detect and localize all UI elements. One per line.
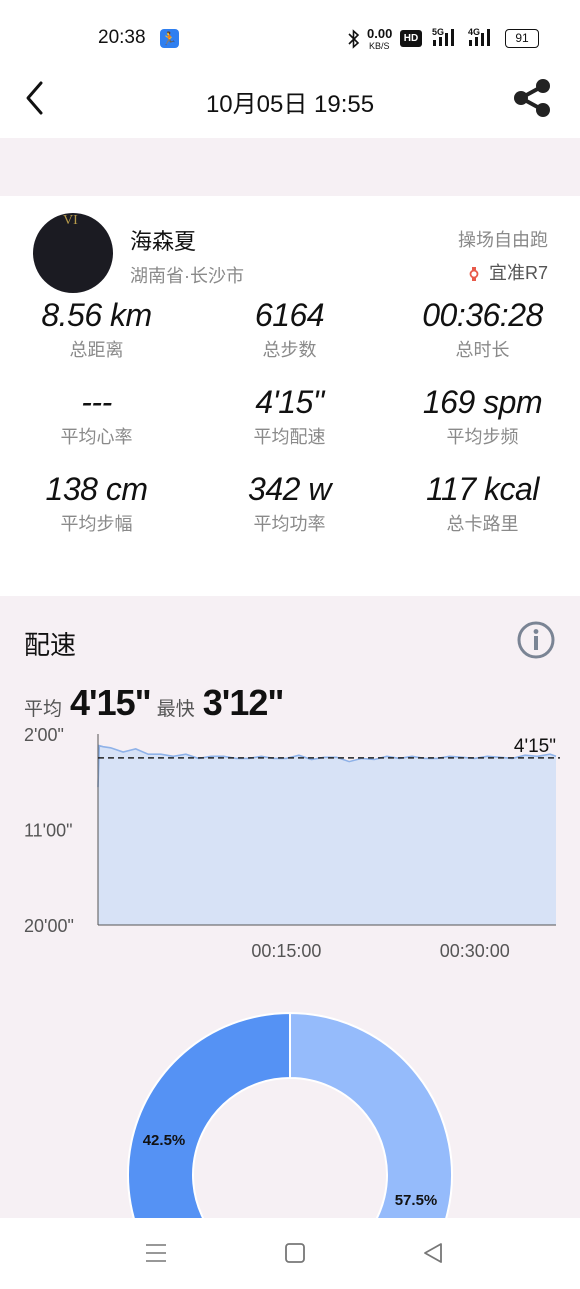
stat-label: 平均步幅 — [60, 514, 133, 534]
stat-power: 342 w 平均功率 — [193, 471, 386, 536]
stat-duration: 00:36:28 总时长 — [386, 297, 579, 362]
network-speed: 0.00 — [367, 26, 393, 41]
pace-zone-donut: 42.5% 57.5% — [127, 1011, 453, 1218]
donut-label: 57.5% — [395, 1192, 438, 1209]
stat-value: 6164 — [254, 297, 325, 333]
run-type: 操场自由跑 — [458, 230, 548, 250]
avg-pace-label: 平均 — [24, 699, 63, 720]
page-title: 10月05日 19:55 — [205, 91, 375, 118]
pace-section-title: 配速 — [24, 630, 77, 660]
fastest-pace-label: 最快 — [156, 699, 195, 720]
stat-value: 117 kcal — [426, 471, 539, 507]
signal-5g-icon — [433, 29, 454, 46]
avg-pace-reference-label: 4'15" — [514, 736, 556, 757]
pace-area — [98, 745, 556, 925]
stat-value: 4'15" — [255, 384, 324, 420]
running-app-icon: 🏃 — [160, 29, 179, 48]
stat-label: 平均步频 — [446, 427, 519, 447]
stat-label: 平均配速 — [253, 427, 326, 447]
stat-heart-rate: --- 平均心率 — [0, 384, 193, 449]
stat-value: 342 w — [248, 471, 331, 507]
device-info: 宜准R7 — [469, 259, 548, 285]
device-name: 宜准R7 — [488, 263, 548, 283]
stat-calories: 117 kcal 总卡路里 — [386, 471, 579, 536]
stat-value: --- — [81, 384, 112, 420]
back-triangle-icon[interactable] — [421, 1241, 445, 1265]
stat-cadence: 169 spm 平均步频 — [386, 384, 579, 449]
x-tick-label: 00:30:00 — [440, 941, 510, 961]
watch-icon — [469, 267, 479, 282]
stat-avg-pace: 4'15" 平均配速 — [193, 384, 386, 449]
stat-value: 138 cm — [45, 471, 148, 507]
bluetooth-icon — [348, 29, 360, 49]
stat-stride: 138 cm 平均步幅 — [0, 471, 193, 536]
network-unit: KB/S — [369, 41, 390, 51]
signal-4g-icon — [469, 29, 490, 46]
y-tick-label: 20'00" — [24, 916, 74, 936]
donut-label: 42.5% — [143, 1132, 186, 1149]
stat-label: 总距离 — [69, 340, 124, 360]
stat-label: 总步数 — [262, 340, 317, 360]
stat-label: 总卡路里 — [446, 514, 519, 534]
info-icon[interactable] — [516, 620, 556, 660]
pace-chart: 4'15" 2'00" 11'00" 20'00" 00:15:00 00:30:00 — [24, 725, 560, 961]
user-location: 湖南省·长沙市 — [130, 266, 244, 286]
y-tick-label: 11'00" — [24, 821, 73, 841]
stat-value: 00:36:28 — [422, 297, 543, 333]
battery-icon: 91 — [505, 29, 539, 48]
share-icon[interactable] — [510, 78, 554, 118]
pace-summary: 平均 4'15" 最快 3'12" — [24, 682, 289, 724]
spacer-band — [0, 138, 580, 196]
x-tick-label: 00:15:00 — [251, 941, 321, 961]
stat-distance: 8.56 km 总距离 — [0, 297, 193, 362]
stat-label: 平均功率 — [253, 514, 326, 534]
donut-slice — [127, 1011, 291, 1218]
stat-value: 8.56 km — [41, 297, 152, 333]
avatar-mark: VI — [63, 213, 78, 228]
home-square-icon[interactable] — [283, 1242, 307, 1264]
stat-value: 169 spm — [422, 384, 543, 420]
stat-steps: 6164 总步数 — [193, 297, 386, 362]
stat-label: 总时长 — [455, 340, 510, 360]
user-name: 海森夏 — [130, 229, 197, 254]
stat-label: 平均心率 — [60, 427, 133, 447]
fastest-pace-value: 3'12" — [202, 682, 285, 723]
menu-icon[interactable] — [144, 1242, 168, 1264]
hd-badge: HD — [400, 30, 422, 47]
avg-pace-value: 4'15" — [70, 682, 152, 723]
status-time: 20:38 — [98, 27, 146, 48]
y-tick-label: 2'00" — [24, 725, 64, 745]
